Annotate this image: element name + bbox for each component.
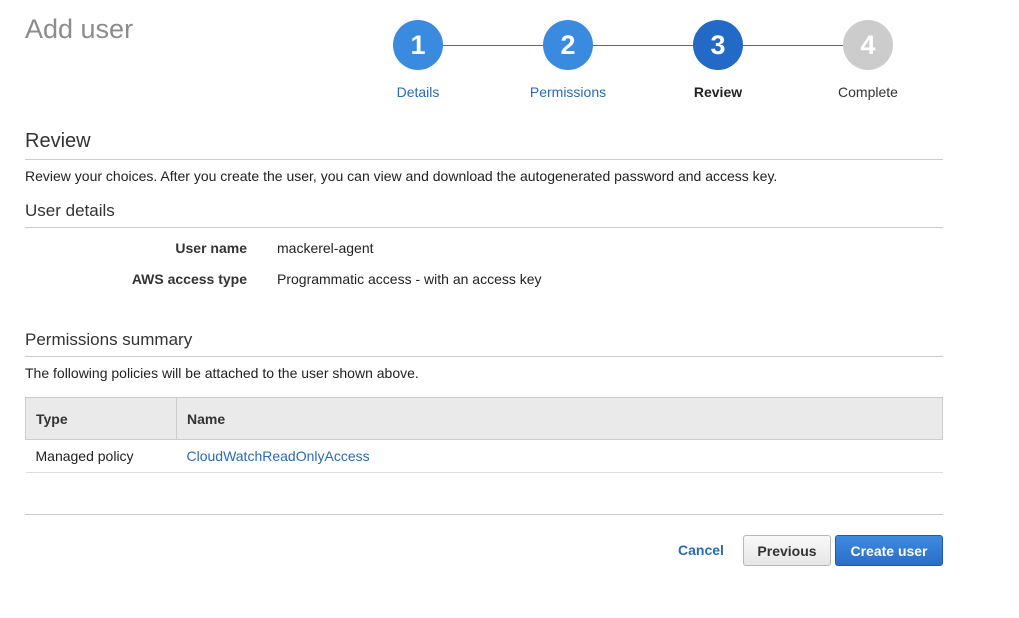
- permissions-summary-description: The following policies will be attached …: [25, 365, 419, 381]
- policy-name-link[interactable]: CloudWatchReadOnlyAccess: [187, 448, 370, 464]
- detail-label: User name: [175, 240, 247, 256]
- permissions-summary-heading: Permissions summary: [25, 330, 943, 357]
- policy-type-cell: Managed policy: [25, 439, 177, 473]
- column-header-name[interactable]: Name: [176, 397, 943, 440]
- review-heading: Review: [25, 130, 943, 160]
- step-number-circle[interactable]: 2: [543, 20, 593, 70]
- step-details[interactable]: 1 Details: [358, 20, 478, 100]
- step-permissions[interactable]: 2 Permissions: [508, 20, 628, 100]
- review-description: Review your choices. After you create th…: [25, 168, 778, 184]
- user-details-heading: User details: [25, 201, 943, 228]
- table-header-row: Type Name: [25, 397, 943, 440]
- user-details-list: User name mackerel-agent AWS access type…: [25, 240, 943, 302]
- cancel-button[interactable]: Cancel: [668, 535, 734, 566]
- step-number-circle[interactable]: 1: [393, 20, 443, 70]
- detail-row-access-type: AWS access type Programmatic access - wi…: [25, 271, 943, 302]
- step-review: 3 Review: [658, 20, 778, 100]
- step-number-circle: 3: [693, 20, 743, 70]
- table-row: Managed policy CloudWatchReadOnlyAccess: [25, 439, 943, 473]
- detail-row-user-name: User name mackerel-agent: [25, 240, 943, 271]
- detail-value: Programmatic access - with an access key: [277, 271, 542, 287]
- detail-label: AWS access type: [131, 271, 247, 287]
- step-label-permissions[interactable]: Permissions: [508, 84, 628, 100]
- step-label-review: Review: [693, 84, 743, 100]
- policy-name-cell: CloudWatchReadOnlyAccess: [176, 439, 943, 473]
- stepper-connector-line: [418, 45, 868, 46]
- previous-button[interactable]: Previous: [743, 535, 831, 566]
- create-user-button[interactable]: Create user: [835, 535, 943, 566]
- step-complete: 4 Complete: [808, 20, 928, 100]
- step-number-circle: 4: [843, 20, 893, 70]
- review-content: Review Review your choices. After you cr…: [25, 130, 943, 473]
- step-label-complete: Complete: [838, 84, 898, 100]
- footer-divider: [25, 514, 943, 515]
- policies-table: Type Name Managed policy CloudWatchReadO…: [25, 397, 943, 473]
- step-label-details[interactable]: Details: [358, 84, 478, 100]
- detail-value: mackerel-agent: [277, 240, 374, 256]
- column-header-type[interactable]: Type: [25, 397, 177, 440]
- wizard-stepper: 1 Details 2 Permissions 3 Review 4 Compl…: [0, 0, 1019, 110]
